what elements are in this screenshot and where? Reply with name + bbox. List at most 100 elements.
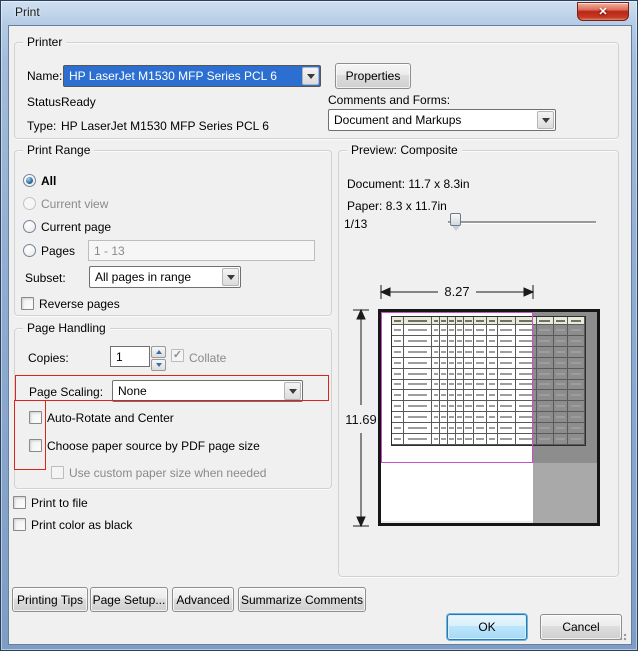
printer-group-label: Printer — [23, 35, 66, 50]
preview-table-cell — [537, 390, 554, 401]
reverse-pages-label: Reverse pages — [39, 297, 120, 311]
preview-table-cell — [568, 380, 585, 391]
current-view-radio-label: Current view — [41, 197, 108, 211]
preview-page-indicator: 1/13 — [344, 217, 367, 231]
properties-button[interactable]: Properties — [335, 63, 411, 89]
collate-checkbox: ✓ — [171, 349, 184, 362]
type-value: HP LaserJet M1530 MFP Series PCL 6 — [61, 119, 269, 133]
subset-select[interactable]: All pages in range — [89, 266, 241, 288]
paper-source-label: Choose paper source by PDF page size — [47, 439, 260, 453]
preview-table-cell — [537, 347, 554, 358]
title-bar[interactable]: Print ✕ — [1, 1, 637, 25]
page-scaling-value: None — [113, 381, 283, 401]
preview-printable-outline — [381, 312, 533, 463]
preview-table-cell — [554, 325, 568, 336]
page-setup-button[interactable]: Page Setup... — [90, 587, 168, 612]
preview-table-cell — [554, 390, 568, 401]
auto-rotate-label: Auto-Rotate and Center — [47, 411, 174, 425]
preview-table-cell — [554, 423, 568, 434]
preview-table-cell — [554, 412, 568, 423]
preview-table-cell — [537, 380, 554, 391]
collate-label: Collate — [189, 351, 226, 365]
cancel-button[interactable]: Cancel — [540, 614, 622, 640]
comments-forms-value: Document and Markups — [329, 110, 536, 130]
preview-table-cell — [554, 347, 568, 358]
preview-thumbnail — [378, 309, 600, 526]
pages-range-input[interactable]: 1 - 13 — [88, 240, 315, 261]
arrow-up-icon — [156, 347, 162, 354]
dialog-content: Printer Name: HP LaserJet M1530 MFP Seri… — [8, 25, 632, 645]
preview-table-cell — [554, 336, 568, 347]
preview-table-cell — [537, 336, 554, 347]
width-dimension-arrow: 8.27 — [376, 279, 538, 301]
copies-input[interactable]: 1 — [110, 346, 150, 367]
preview-table-cell — [537, 401, 554, 412]
preview-table-cell — [554, 434, 568, 445]
preview-table-cell — [568, 434, 585, 445]
height-dimension-arrow: 11.69 — [341, 305, 381, 531]
status-label: Status: — [27, 95, 64, 109]
comments-forms-select[interactable]: Document and Markups — [328, 109, 556, 131]
preview-table-cell — [568, 369, 585, 380]
chevron-down-icon[interactable] — [537, 111, 554, 129]
print-to-file-checkbox[interactable] — [13, 496, 26, 509]
chevron-down-icon[interactable] — [302, 67, 319, 85]
preview-table-cell — [568, 390, 585, 401]
print-color-black-label: Print color as black — [31, 518, 132, 532]
preview-group-label: Preview: Composite — [347, 143, 462, 158]
print-color-black-checkbox[interactable] — [13, 518, 26, 531]
preview-table-cell — [554, 401, 568, 412]
resize-grip[interactable] — [617, 631, 627, 641]
pages-radio-label: Pages — [41, 244, 75, 258]
chevron-down-icon[interactable] — [284, 382, 301, 400]
ok-button[interactable]: OK — [447, 614, 527, 640]
preview-table-cell — [568, 423, 585, 434]
preview-table-cell — [554, 380, 568, 391]
arrow-down-icon — [156, 363, 162, 370]
page-scaling-label: Page Scaling: — [29, 385, 103, 399]
preview-table-cell — [568, 325, 585, 336]
reverse-pages-checkbox[interactable] — [21, 297, 34, 310]
preview-table-cell — [568, 401, 585, 412]
close-icon: ✕ — [598, 5, 607, 18]
close-button[interactable]: ✕ — [577, 2, 629, 21]
stepper-down-button[interactable] — [151, 359, 166, 371]
advanced-button[interactable]: Advanced — [172, 587, 234, 612]
preview-table-cell — [568, 336, 585, 347]
subset-value: All pages in range — [90, 267, 221, 287]
printing-tips-button[interactable]: Printing Tips — [12, 587, 88, 612]
preview-page-slider-thumb[interactable] — [450, 213, 461, 226]
printer-name-label: Name: — [27, 69, 62, 83]
window-title: Print — [15, 5, 40, 19]
stepper-up-button[interactable] — [151, 346, 166, 358]
preview-table-cell — [568, 358, 585, 369]
printer-name-select[interactable]: HP LaserJet M1530 MFP Series PCL 6 — [63, 65, 321, 87]
auto-rotate-checkbox[interactable] — [29, 411, 42, 424]
summarize-comments-button[interactable]: Summarize Comments — [238, 587, 366, 612]
paper-source-checkbox[interactable] — [29, 439, 42, 452]
preview-page-slider[interactable] — [448, 221, 596, 223]
preview-table-cell — [554, 358, 568, 369]
print-to-file-label: Print to file — [31, 496, 88, 510]
check-icon: ✓ — [173, 350, 182, 361]
chevron-down-icon[interactable] — [222, 268, 239, 286]
preview-table-cell — [537, 317, 554, 325]
print-range-group: Print Range All Current view Current pag… — [14, 150, 332, 316]
custom-paper-size-label: Use custom paper size when needed — [69, 466, 266, 480]
preview-table-cell — [537, 369, 554, 380]
printer-group: Printer Name: HP LaserJet M1530 MFP Seri… — [14, 42, 619, 139]
page-scaling-select[interactable]: None — [112, 380, 303, 402]
print-dialog-window: Print ✕ Printer Name: HP LaserJet M1530 … — [0, 0, 638, 651]
preview-table-cell — [537, 358, 554, 369]
preview-outside-area — [533, 463, 597, 523]
pages-radio[interactable] — [23, 244, 36, 257]
width-dimension-value: 8.27 — [444, 284, 469, 299]
all-radio[interactable] — [23, 174, 36, 187]
page-handling-group-label: Page Handling — [23, 321, 110, 336]
copies-stepper — [151, 346, 166, 368]
preview-table-cell — [537, 423, 554, 434]
preview-document-size: Document: 11.7 x 8.3in — [347, 177, 470, 191]
current-page-radio[interactable] — [23, 220, 36, 233]
preview-table-cell — [568, 412, 585, 423]
preview-table-cell — [537, 434, 554, 445]
